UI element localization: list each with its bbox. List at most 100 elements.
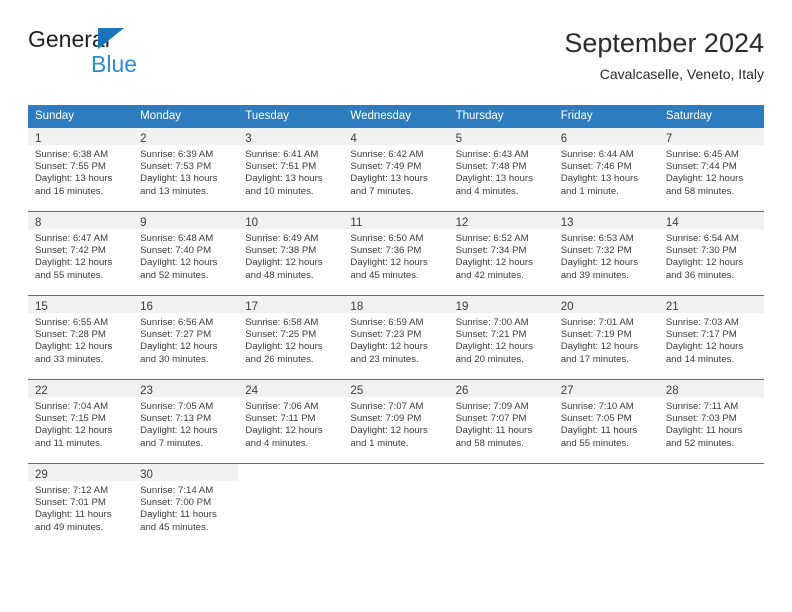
general-blue-logo[interactable]: General Blue	[28, 26, 228, 82]
calendar-day-cell[interactable]: 3 Sunrise: 6:41 AM Sunset: 7:51 PM Daylight…	[238, 127, 344, 212]
day-number-bar: 26	[448, 380, 554, 397]
day-details: Sunrise: 6:50 AM Sunset: 7:36 PM Daylight:…	[343, 229, 448, 282]
calendar-day-cell[interactable]: 2 Sunrise: 6:39 AM Sunset: 7:53 PM Daylight…	[133, 127, 239, 212]
daylight-text-line2: and 1 minute.	[350, 437, 409, 449]
day-details: Sunrise: 7:05 AM Sunset: 7:13 PM Daylight:…	[133, 397, 238, 450]
calendar-day-cell[interactable]: 13 Sunrise: 6:53 AM Sunset: 7:32 PM Dayligh…	[553, 211, 659, 296]
day-details: Sunrise: 7:01 AM Sunset: 7:19 PM Daylight:…	[554, 313, 659, 366]
daylight-text-line1: Daylight: 12 hours	[665, 341, 744, 353]
day-cell-content: 16 Sunrise: 6:56 AM Sunset: 7:27 PM Dayligh…	[133, 296, 239, 379]
blue-triangle-icon	[98, 28, 124, 49]
calendar-day-cell[interactable]: 20 Sunrise: 7:01 AM Sunset: 7:19 PM Dayligh…	[553, 295, 659, 380]
weekday-header-monday: Monday	[133, 105, 239, 128]
daylight-text-line1: Daylight: 13 hours	[35, 173, 113, 185]
day-details: Sunrise: 6:56 AM Sunset: 7:27 PM Daylight:…	[133, 313, 238, 366]
sunrise-text: Sunrise: 6:44 AM	[560, 149, 634, 160]
daylight-text-line2: and 1 minute.	[560, 185, 619, 197]
day-number-bar: 13	[553, 212, 659, 229]
daylight-text-line2: and 42 minutes.	[455, 269, 524, 281]
calendar-day-cell[interactable]: 6 Sunrise: 6:44 AM Sunset: 7:46 PM Daylight…	[553, 127, 659, 212]
sunrise-text: Sunrise: 7:01 AM	[560, 317, 634, 328]
calendar-day-cell[interactable]: 23 Sunrise: 7:05 AM Sunset: 7:13 PM Dayligh…	[133, 379, 239, 464]
day-details: Sunrise: 7:14 AM Sunset: 7:00 PM Daylight:…	[133, 481, 238, 534]
day-cell-content: 26 Sunrise: 7:09 AM Sunset: 7:07 PM Dayligh…	[448, 380, 554, 463]
day-details: Sunrise: 7:11 AM Sunset: 7:03 PM Daylight:…	[659, 397, 764, 450]
day-number: 26	[455, 385, 469, 397]
sunrise-text: Sunrise: 7:10 AM	[560, 401, 634, 412]
day-cell-content	[449, 464, 554, 547]
calendar-day-cell[interactable]	[658, 463, 764, 547]
day-details	[238, 481, 343, 485]
sunset-text: Sunset: 7:44 PM	[665, 161, 737, 173]
day-cell-content: 30 Sunrise: 7:14 AM Sunset: 7:00 PM Dayligh…	[133, 464, 239, 547]
day-number-bar: 14	[658, 212, 764, 229]
daylight-text-line2: and 48 minutes.	[245, 269, 314, 281]
calendar-day-cell[interactable]	[238, 463, 344, 547]
calendar-day-cell[interactable]: 16 Sunrise: 6:56 AM Sunset: 7:27 PM Dayligh…	[133, 295, 239, 380]
day-details: Sunrise: 6:48 AM Sunset: 7:40 PM Daylight:…	[133, 229, 238, 282]
day-number: 23	[140, 385, 153, 397]
sunrise-text: Sunrise: 7:05 AM	[140, 401, 214, 412]
calendar-day-cell[interactable]: 19 Sunrise: 7:00 AM Sunset: 7:21 PM Dayligh…	[448, 295, 554, 380]
calendar-day-cell[interactable]: 28 Sunrise: 7:11 AM Sunset: 7:03 PM Dayligh…	[658, 379, 764, 464]
day-number-bar	[449, 464, 554, 481]
calendar-day-cell[interactable]: 4 Sunrise: 6:42 AM Sunset: 7:49 PM Daylight…	[343, 127, 449, 212]
calendar-day-cell[interactable]: 7 Sunrise: 6:45 AM Sunset: 7:44 PM Daylight…	[658, 127, 764, 212]
day-number: 10	[245, 217, 259, 229]
day-cell-content	[343, 464, 448, 547]
sunset-text: Sunset: 7:49 PM	[350, 161, 422, 173]
sunrise-text: Sunrise: 6:54 AM	[665, 233, 739, 244]
daylight-text-line2: and 52 minutes.	[665, 437, 735, 449]
calendar-day-cell[interactable]: 29 Sunrise: 7:12 AM Sunset: 7:01 PM Dayligh…	[28, 463, 134, 547]
calendar-day-cell[interactable]: 12 Sunrise: 6:52 AM Sunset: 7:34 PM Dayligh…	[448, 211, 554, 296]
calendar-day-cell[interactable]: 26 Sunrise: 7:09 AM Sunset: 7:07 PM Dayligh…	[448, 379, 554, 464]
day-cell-content: 19 Sunrise: 7:00 AM Sunset: 7:21 PM Dayligh…	[448, 296, 554, 379]
day-number-bar: 25	[343, 380, 449, 397]
calendar-day-cell[interactable]: 17 Sunrise: 6:58 AM Sunset: 7:25 PM Dayligh…	[238, 295, 344, 380]
calendar-week-row: 8 Sunrise: 6:47 AM Sunset: 7:42 PM Daylight…	[28, 211, 764, 296]
calendar-day-cell[interactable]: 10 Sunrise: 6:49 AM Sunset: 7:38 PM Dayligh…	[238, 211, 344, 296]
sunrise-text: Sunrise: 7:07 AM	[350, 401, 424, 412]
day-number-bar: 23	[133, 380, 239, 397]
calendar-day-cell[interactable]: 9 Sunrise: 6:48 AM Sunset: 7:40 PM Daylight…	[133, 211, 239, 296]
weekday-header-thursday: Thursday	[448, 105, 554, 128]
sunrise-text: Sunrise: 6:52 AM	[455, 233, 529, 244]
sunrise-text: Sunrise: 6:53 AM	[560, 233, 634, 244]
calendar-day-cell[interactable]: 27 Sunrise: 7:10 AM Sunset: 7:05 PM Dayligh…	[553, 379, 659, 464]
calendar-day-cell[interactable]	[343, 463, 449, 547]
calendar-day-cell[interactable]: 15 Sunrise: 6:55 AM Sunset: 7:28 PM Dayligh…	[28, 295, 134, 380]
day-number-bar: 11	[343, 212, 449, 229]
sunset-text: Sunset: 7:03 PM	[665, 413, 737, 425]
sunrise-text: Sunrise: 6:56 AM	[140, 317, 214, 328]
calendar-day-cell[interactable]	[553, 463, 659, 547]
calendar-day-cell[interactable]: 25 Sunrise: 7:07 AM Sunset: 7:09 PM Dayligh…	[343, 379, 449, 464]
day-number-bar: 20	[553, 296, 659, 313]
calendar-day-cell[interactable]: 21 Sunrise: 7:03 AM Sunset: 7:17 PM Dayligh…	[658, 295, 764, 380]
daylight-text-line2: and 4 minutes.	[245, 437, 309, 449]
day-cell-content: 15 Sunrise: 6:55 AM Sunset: 7:28 PM Dayligh…	[28, 296, 134, 379]
calendar-day-cell[interactable]: 24 Sunrise: 7:06 AM Sunset: 7:11 PM Dayligh…	[238, 379, 344, 464]
day-details: Sunrise: 6:43 AM Sunset: 7:48 PM Daylight:…	[449, 145, 554, 198]
sunrise-text: Sunrise: 6:59 AM	[350, 317, 424, 328]
daylight-text-line1: Daylight: 12 hours	[560, 341, 639, 353]
day-details: Sunrise: 7:06 AM Sunset: 7:11 PM Daylight:…	[238, 397, 343, 450]
sunset-text: Sunset: 7:28 PM	[35, 329, 106, 341]
calendar-day-cell[interactable]: 30 Sunrise: 7:14 AM Sunset: 7:00 PM Dayligh…	[133, 463, 239, 547]
calendar-day-cell[interactable]: 14 Sunrise: 6:54 AM Sunset: 7:30 PM Dayligh…	[658, 211, 764, 296]
day-number-bar: 15	[28, 296, 134, 313]
day-number-bar	[238, 464, 343, 481]
calendar-day-cell[interactable]: 1 Sunrise: 6:38 AM Sunset: 7:55 PM Daylight…	[28, 127, 134, 212]
calendar-day-cell[interactable]: 18 Sunrise: 6:59 AM Sunset: 7:23 PM Dayligh…	[343, 295, 449, 380]
day-number: 27	[560, 385, 574, 397]
calendar-day-cell[interactable]: 11 Sunrise: 6:50 AM Sunset: 7:36 PM Dayligh…	[343, 211, 449, 296]
day-number: 1	[35, 133, 42, 145]
calendar-day-cell[interactable]	[448, 463, 554, 547]
calendar-day-cell[interactable]: 22 Sunrise: 7:04 AM Sunset: 7:15 PM Dayligh…	[28, 379, 134, 464]
day-cell-content: 18 Sunrise: 6:59 AM Sunset: 7:23 PM Dayligh…	[343, 296, 449, 379]
day-number: 6	[560, 133, 568, 145]
day-number: 2	[140, 133, 147, 145]
daylight-text-line2: and 36 minutes.	[665, 269, 735, 281]
calendar-day-cell[interactable]: 8 Sunrise: 6:47 AM Sunset: 7:42 PM Daylight…	[28, 211, 134, 296]
day-number: 13	[560, 217, 574, 229]
calendar-day-cell[interactable]: 5 Sunrise: 6:43 AM Sunset: 7:48 PM Daylight…	[448, 127, 554, 212]
